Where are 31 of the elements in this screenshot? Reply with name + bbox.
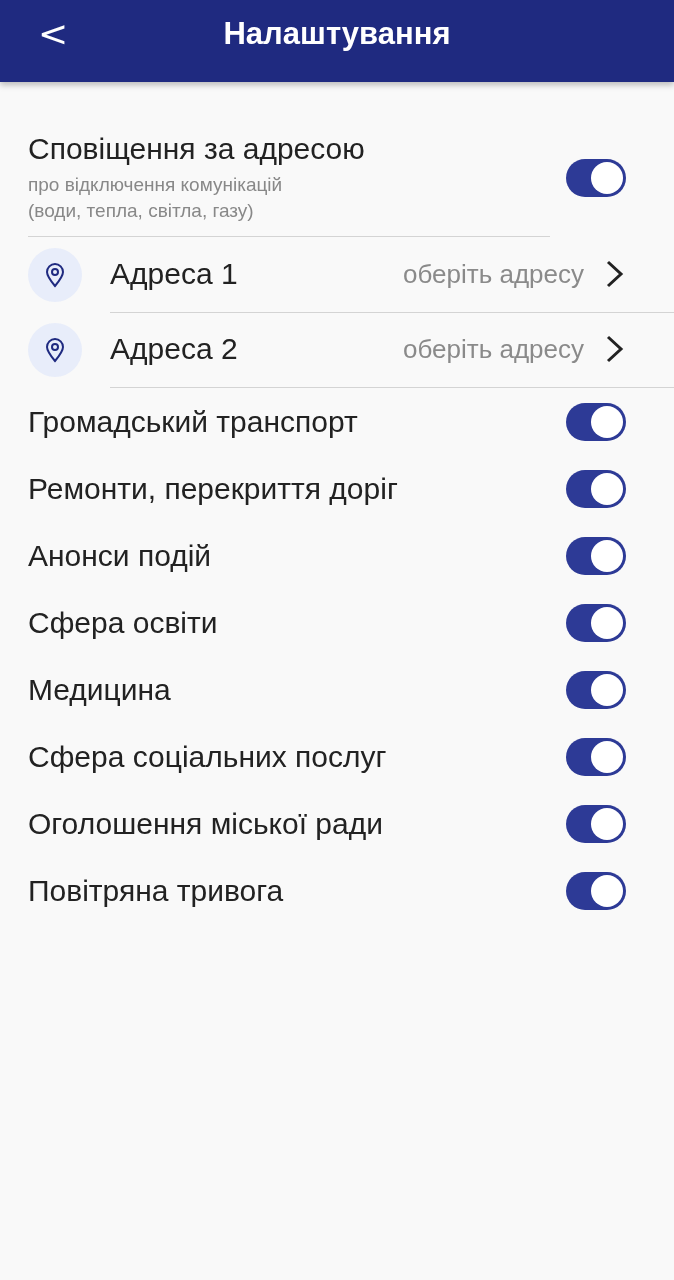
setting-description: про відключення комунікацій (води, тепла, світла, газу) — [28, 173, 284, 223]
toggle-switch[interactable] — [566, 603, 626, 642]
setting-label: Громадський транспорт — [28, 404, 358, 439]
address-label: Адреса 1 — [110, 257, 239, 291]
setting-label: Сповіщення за адресою — [28, 132, 365, 166]
location-pin-icon — [28, 247, 82, 302]
chevron-right-icon — [604, 334, 626, 364]
setting-label: Сфера соціальних послуг — [28, 739, 387, 774]
toggle-switch[interactable] — [566, 536, 626, 575]
setting-label: Ремонти, перекриття доріг — [28, 471, 398, 506]
address-placeholder: оберіть адресу — [403, 333, 584, 365]
back-button[interactable]: < — [30, 14, 77, 54]
toggle-switch[interactable] — [566, 670, 626, 709]
setting-label: Оголошення міської ради — [28, 806, 383, 841]
toggle-switch[interactable] — [566, 402, 626, 441]
toggle-switch[interactable] — [566, 159, 626, 197]
toggle-switch[interactable] — [566, 871, 626, 910]
location-pin-icon — [28, 322, 82, 377]
chevron-right-icon — [604, 259, 626, 289]
toggle-switch[interactable] — [566, 737, 626, 776]
address-placeholder: оберіть адресу — [403, 258, 584, 290]
toggle-switch[interactable] — [566, 804, 626, 843]
setting-label: Медицина — [28, 672, 171, 707]
address-row[interactable]: Адреса 1 оберіть адресу — [0, 237, 674, 312]
setting-label: Сфера освіти — [28, 605, 218, 640]
address-row[interactable]: Адреса 2 оберіть адресу — [0, 312, 674, 387]
toggle-switch[interactable] — [566, 469, 626, 508]
screen-title: Налаштування — [223, 16, 451, 52]
setting-label: Анонси подій — [28, 538, 212, 573]
address-label: Адреса 2 — [110, 332, 239, 366]
setting-label: Повітряна тривога — [28, 873, 284, 908]
